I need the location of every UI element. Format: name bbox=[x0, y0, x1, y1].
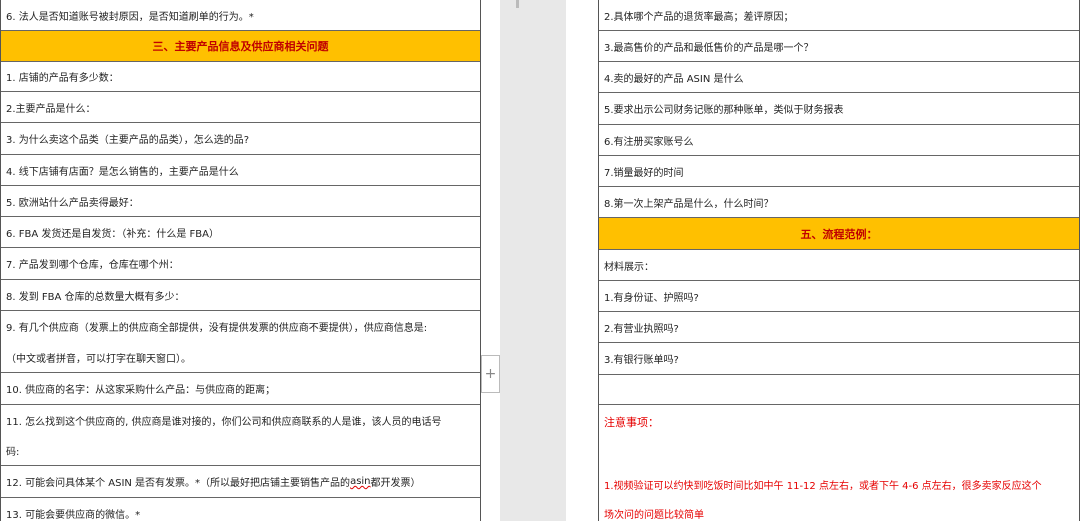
row-text: 9. 有几个供应商（发票上的供应商全部提供，没有提供发票的供应商不要提供），供应… bbox=[6, 323, 428, 334]
table-row: 5.要求出示公司财务记账的那种账单，类似于财务报表 bbox=[599, 93, 1079, 125]
row-text: 3.有银行账单吗? bbox=[604, 355, 679, 366]
row-text: 11. 怎么找到这个供应商的, 供应商是谁对接的，你们公司和供应商联系的人是谁，… bbox=[6, 417, 442, 428]
table-row: 3.最高售价的产品和最低售价的产品是哪一个？ bbox=[599, 31, 1079, 62]
table-row: 1. 店铺的产品有多少数： bbox=[1, 62, 480, 92]
table-row-continuation: （中文或者拼音，可以打字在聊天窗口）。 bbox=[1, 342, 480, 373]
question-table-right: 2.具体哪个产品的退货率最高；差评原因； 3.最高售价的产品和最低售价的产品是哪… bbox=[598, 0, 1080, 521]
row-text: 8. 发到 FBA 仓库的总数量大概有多少： bbox=[6, 291, 185, 303]
row-text: 2.有营业执照吗? bbox=[604, 323, 679, 335]
notice-heading: 注意事项： bbox=[599, 405, 1079, 439]
table-row: 2.具体哪个产品的退货率最高；差评原因； bbox=[599, 0, 1079, 31]
document-page-right: 2.具体哪个产品的退货率最高；差评原因； 3.最高售价的产品和最低售价的产品是哪… bbox=[566, 0, 1080, 521]
row-text: 5. 欧洲站什么产品卖得最好： bbox=[6, 197, 139, 209]
notice-text: 场次问的问题比较简单 bbox=[604, 509, 704, 521]
table-row: 7.销量最好的时间 bbox=[599, 156, 1079, 187]
table-row: 3.有银行账单吗? bbox=[599, 343, 1079, 375]
table-row: 3. 为什么卖这个品类（主要产品的品类），怎么选的品? bbox=[1, 123, 480, 155]
row-text: 4. 线下店铺有店面？是怎么销售的，主要产品是什么 bbox=[6, 166, 239, 178]
table-row: 2.主要产品是什么： bbox=[1, 92, 480, 123]
table-row: 4.卖的最好的产品 ASIN 是什么 bbox=[599, 62, 1079, 93]
table-row: 8.第一次上架产品是什么，什么时间？ bbox=[599, 187, 1079, 218]
notice-item: 1.视频验证可以约快到吃饭时间比如中午 11-12 点左右，或者下午 4-6 点… bbox=[599, 467, 1079, 501]
add-button[interactable]: + bbox=[481, 355, 500, 393]
table-row: 4. 线下店铺有店面？是怎么销售的，主要产品是什么 bbox=[1, 155, 480, 186]
row-text: 3. 为什么卖这个品类（主要产品的品类），怎么选的品? bbox=[6, 135, 250, 146]
section-title: 五、流程范例： bbox=[800, 227, 878, 241]
notice-text: 1.视频验证可以约快到吃饭时间比如中午 11-12 点左右，或者下午 4-6 点… bbox=[604, 480, 1042, 492]
notice-item-continuation: 场次问的问题比较简单 bbox=[599, 501, 1079, 521]
row-text: 2.具体哪个产品的退货率最高；差评原因； bbox=[604, 11, 794, 23]
table-row-continuation: 码: bbox=[1, 436, 480, 466]
row-text: 10. 供应商的名字：从这家采购什么产品：与供应商的距离； bbox=[6, 385, 276, 396]
table-row: 6. 法人是否知道账号被封原因，是否知道刷单的行为。* bbox=[1, 0, 480, 31]
row-text: 材料展示： bbox=[604, 261, 654, 273]
row-text-part: 都开发票） bbox=[370, 478, 421, 489]
table-row: 12. 可能会问具体某个 ASIN 是否有发票。*（所以最好把店铺主要销售产品的… bbox=[1, 466, 480, 498]
table-row: 6. FBA 发货还是自发货：（补充：什么是 FBA） bbox=[1, 217, 480, 248]
section-title: 三、主要产品信息及供应商相关问题 bbox=[152, 40, 329, 53]
scrollbar-thumb[interactable] bbox=[516, 0, 519, 8]
row-text: 2.主要产品是什么： bbox=[6, 103, 96, 115]
row-text: 5.要求出示公司财务记账的那种账单，类似于财务报表 bbox=[604, 105, 844, 116]
row-text: 13. 可能会要供应商的微信。* bbox=[6, 509, 141, 521]
notice-title: 注意事项： bbox=[604, 416, 659, 429]
row-text: 7. 产品发到哪个仓库，仓库在哪个州： bbox=[6, 260, 179, 271]
table-row: 11. 怎么找到这个供应商的, 供应商是谁对接的，你们公司和供应商联系的人是谁，… bbox=[1, 405, 480, 436]
spellcheck-word: asin bbox=[350, 476, 371, 487]
row-text: 7.销量最好的时间 bbox=[604, 167, 684, 179]
question-table-left: 6. 法人是否知道账号被封原因，是否知道刷单的行为。* 三、主要产品信息及供应商… bbox=[0, 0, 481, 521]
table-row: 13. 可能会要供应商的微信。* bbox=[1, 498, 480, 521]
row-text-part: 12. 可能会问具体某个 ASIN 是否有发票。*（所以最好把店铺主要销售产品的 bbox=[6, 478, 351, 489]
empty-row bbox=[599, 375, 1079, 405]
row-text: 8.第一次上架产品是什么，什么时间？ bbox=[604, 198, 774, 210]
table-row: 2.有营业执照吗? bbox=[599, 312, 1079, 343]
table-row: 6.有注册买家账号么 bbox=[599, 125, 1079, 156]
table-row: 5. 欧洲站什么产品卖得最好： bbox=[1, 186, 480, 217]
table-row: 材料展示： bbox=[599, 250, 1079, 281]
table-row: 1.有身份证、护照吗? bbox=[599, 281, 1079, 312]
table-row: 9. 有几个供应商（发票上的供应商全部提供，没有提供发票的供应商不要提供），供应… bbox=[1, 311, 480, 342]
row-text: 6. FBA 发货还是自发货：（补充：什么是 FBA） bbox=[6, 228, 219, 240]
row-text: 1. 店铺的产品有多少数： bbox=[6, 73, 119, 84]
plus-icon: + bbox=[484, 366, 497, 382]
row-text: 1.有身份证、护照吗? bbox=[604, 292, 699, 304]
row-text: （中文或者拼音，可以打字在聊天窗口）。 bbox=[6, 353, 191, 365]
table-row: 7. 产品发到哪个仓库，仓库在哪个州： bbox=[1, 248, 480, 280]
row-text: 4.卖的最好的产品 ASIN 是什么 bbox=[604, 73, 744, 85]
spacer-row bbox=[599, 439, 1079, 467]
section-header: 五、流程范例： bbox=[599, 218, 1079, 250]
row-text: 码: bbox=[6, 447, 20, 458]
document-page-left: 6. 法人是否知道账号被封原因，是否知道刷单的行为。* 三、主要产品信息及供应商… bbox=[0, 0, 500, 521]
section-header: 三、主要产品信息及供应商相关问题 bbox=[1, 31, 480, 62]
row-text: 6.有注册买家账号么 bbox=[604, 136, 694, 148]
table-row: 10. 供应商的名字：从这家采购什么产品：与供应商的距离； bbox=[1, 373, 480, 405]
row-text: 6. 法人是否知道账号被封原因，是否知道刷单的行为。* bbox=[6, 11, 254, 23]
row-text: 3.最高售价的产品和最低售价的产品是哪一个？ bbox=[604, 42, 814, 54]
table-row: 8. 发到 FBA 仓库的总数量大概有多少： bbox=[1, 280, 480, 311]
